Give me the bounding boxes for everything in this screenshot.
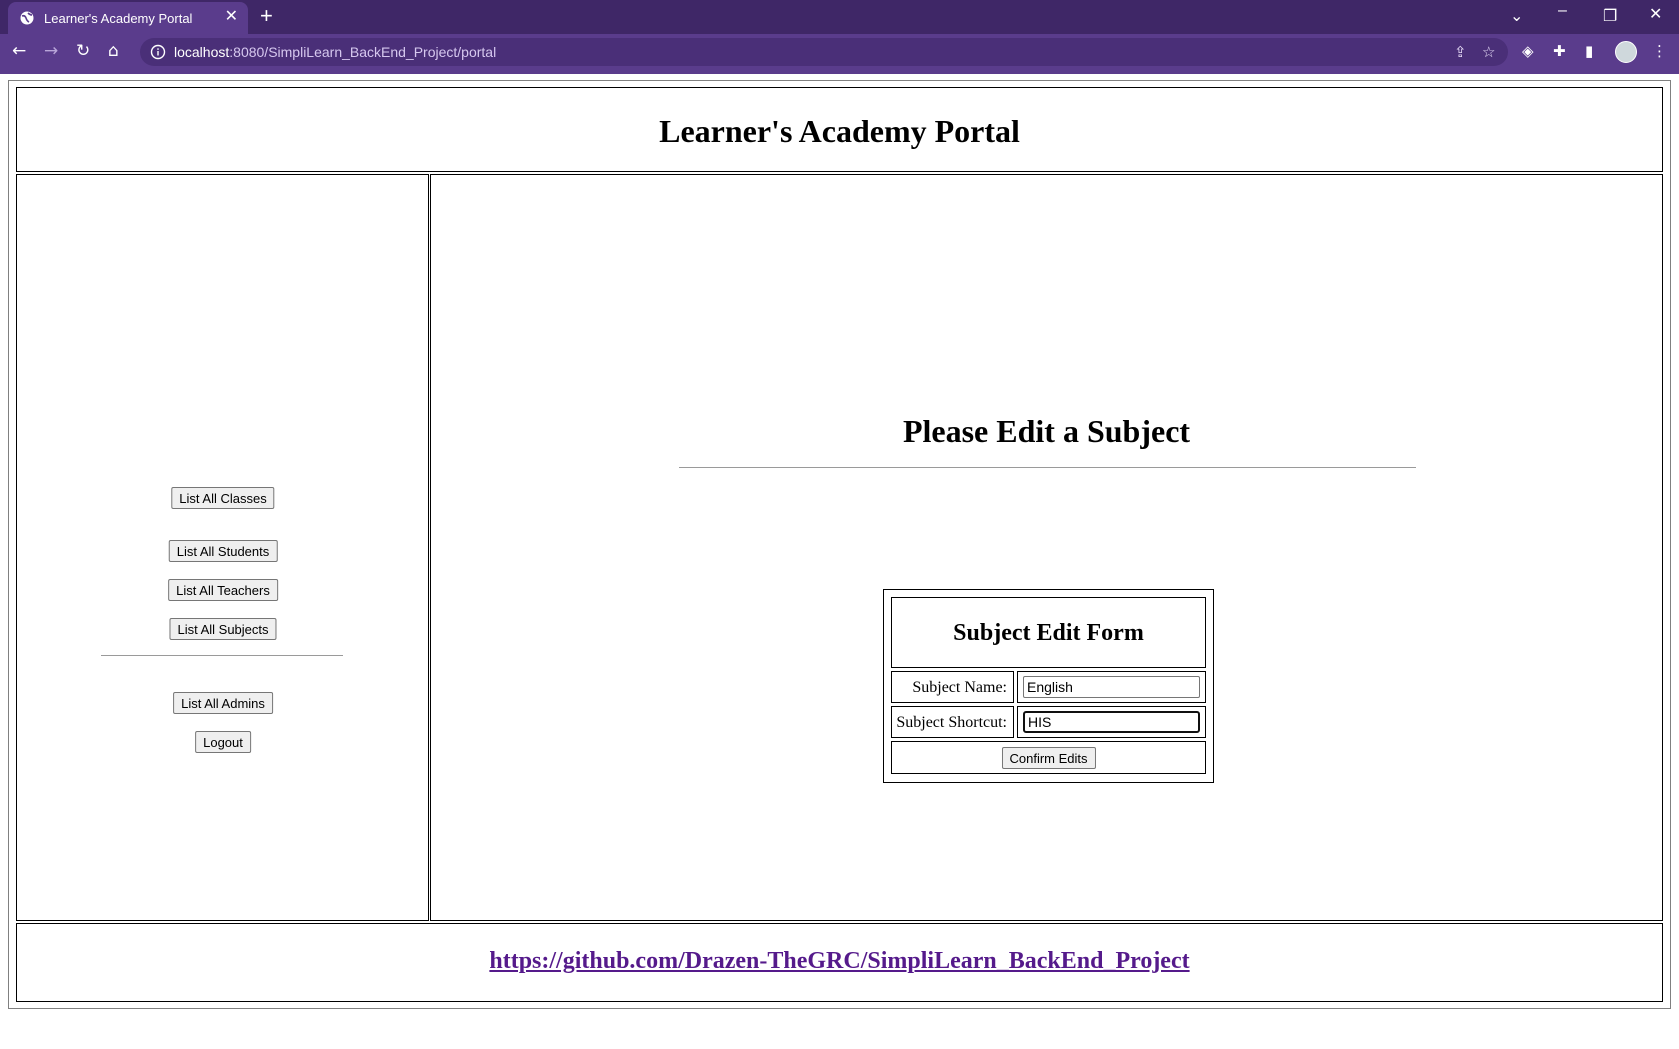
profile-avatar-icon[interactable] (1615, 41, 1637, 63)
heading-divider (679, 467, 1416, 468)
restore-icon[interactable]: ❐ (1603, 6, 1617, 26)
portal-title: Learner's Academy Portal (659, 113, 1020, 149)
tab-list-chevron-icon[interactable]: ⌄ (1510, 6, 1523, 26)
globe-icon (20, 11, 34, 25)
list-all-subjects-button[interactable]: List All Subjects (169, 618, 277, 640)
header-cell: Learner's Academy Portal (16, 87, 1663, 172)
subject-shortcut-input[interactable] (1023, 711, 1200, 733)
side-panel-icon[interactable]: ▮ (1585, 42, 1593, 60)
puzzle-icon[interactable]: ✚ (1553, 42, 1566, 60)
address-bar[interactable]: localhost:8080/SimpliLearn_BackEnd_Proje… (140, 38, 1508, 66)
confirm-edits-button[interactable]: Confirm Edits (1001, 747, 1096, 769)
main-content: Please Edit a Subject Subject Edit Form … (430, 174, 1663, 921)
new-tab-icon[interactable]: + (260, 4, 273, 28)
subject-shortcut-label: Subject Shortcut: (896, 714, 1007, 731)
list-all-teachers-button[interactable]: List All Teachers (168, 579, 278, 601)
sidebar: List All Classes List All Students List … (16, 174, 429, 921)
tab-close-icon[interactable]: ✕ (225, 8, 238, 26)
subject-edit-form: Subject Edit Form Subject Name: Subject … (883, 589, 1214, 783)
page-heading: Please Edit a Subject (902, 413, 1191, 449)
back-arrow-icon[interactable]: ← (12, 41, 26, 61)
browser-tab[interactable]: Learner's Academy Portal ✕ (8, 2, 248, 34)
list-all-students-button[interactable]: List All Students (168, 540, 278, 562)
site-info-icon[interactable] (150, 44, 166, 60)
sidebar-divider (101, 655, 343, 656)
extension-icon[interactable]: ◈ (1522, 42, 1534, 60)
subject-shortcut-label-cell: Subject Shortcut: (891, 706, 1014, 738)
browser-toolbar: ← → ↻ ⌂ localhost:8080/SimpliLearn_BackE… (0, 34, 1679, 70)
subject-name-input[interactable] (1023, 676, 1200, 698)
form-title: Subject Edit Form (953, 620, 1144, 646)
page-viewport: Learner's Academy Portal List All Classe… (0, 74, 1679, 1049)
subject-name-input-cell (1017, 671, 1206, 703)
minimize-icon[interactable]: – (1558, 2, 1567, 20)
forward-arrow-icon[interactable]: → (44, 41, 58, 61)
subject-name-label: Subject Name: (912, 679, 1007, 696)
form-title-cell: Subject Edit Form (891, 597, 1206, 668)
list-all-admins-button[interactable]: List All Admins (173, 692, 273, 714)
subject-name-label-cell: Subject Name: (891, 671, 1014, 703)
subject-shortcut-input-cell (1017, 706, 1206, 738)
url-host: localhost (174, 44, 230, 60)
url-text: localhost:8080/SimpliLearn_BackEnd_Proje… (174, 44, 496, 60)
home-icon[interactable]: ⌂ (108, 41, 119, 61)
browser-tab-strip: Learner's Academy Portal ✕ + ⌄ – ❐ ✕ (0, 0, 1679, 34)
menu-kebab-icon[interactable]: ⋮ (1652, 42, 1667, 60)
share-icon[interactable]: ⇪ (1454, 43, 1467, 61)
list-all-classes-button[interactable]: List All Classes (171, 487, 275, 509)
tab-title: Learner's Academy Portal (44, 11, 193, 26)
logout-button[interactable]: Logout (195, 731, 251, 753)
reload-icon[interactable]: ↻ (76, 41, 90, 61)
github-repo-link[interactable]: https://github.com/Drazen-TheGRC/SimpliL… (17, 948, 1662, 975)
submit-cell: Confirm Edits (891, 741, 1206, 774)
close-window-icon[interactable]: ✕ (1649, 4, 1662, 24)
bookmark-star-icon[interactable]: ☆ (1482, 43, 1495, 61)
url-path: :8080/SimpliLearn_BackEnd_Project/portal (229, 44, 497, 60)
footer: https://github.com/Drazen-TheGRC/SimpliL… (16, 923, 1663, 1002)
